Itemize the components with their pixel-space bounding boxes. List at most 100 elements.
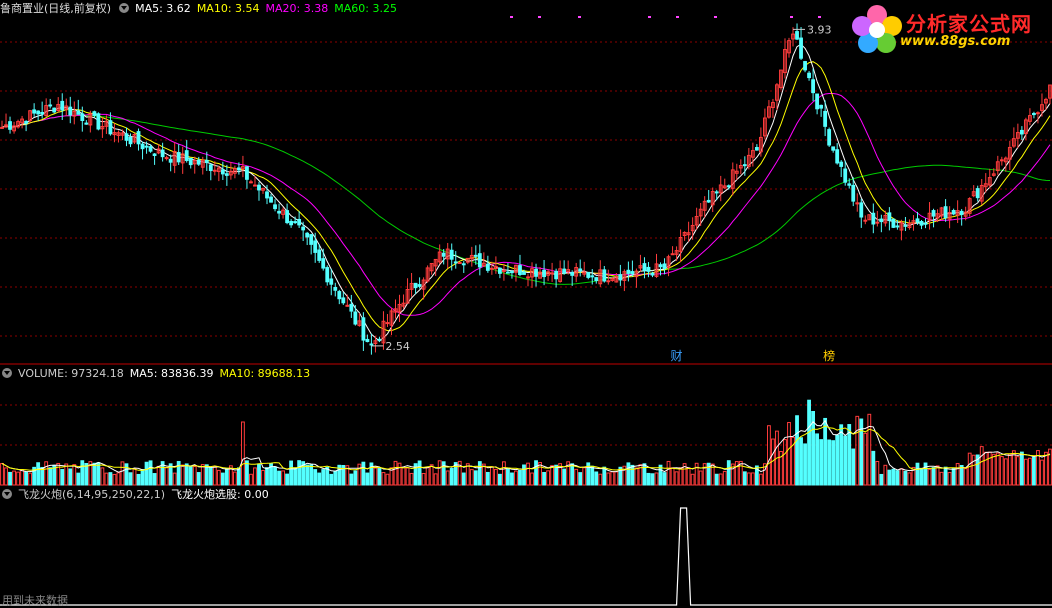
dropdown-icon[interactable]	[119, 3, 130, 13]
volume-bar	[108, 472, 113, 486]
candle-body	[212, 169, 217, 172]
volume-bar	[196, 472, 201, 486]
candle-body	[224, 173, 229, 176]
volume-bar	[449, 468, 454, 486]
volume-bar	[698, 470, 703, 486]
indicator-legend: 飞龙火炮(6,14,95,250,22,1) 飞龙火炮选股: 0.00	[18, 488, 275, 501]
volume-bar	[485, 471, 490, 486]
candle-body	[124, 133, 129, 141]
volume-bar	[4, 467, 8, 486]
candle-body	[526, 276, 530, 279]
volume-bar	[750, 472, 755, 486]
volume-bar	[377, 468, 382, 486]
volume-bar	[445, 470, 450, 486]
volume-bar	[851, 448, 856, 486]
volume-bars	[0, 399, 1052, 486]
volume-bar	[991, 453, 996, 486]
volume-ma-lines	[1, 419, 1051, 473]
candle-body	[321, 258, 326, 269]
ma10-path	[1, 61, 1051, 332]
volume-bar	[895, 470, 900, 486]
candle-body	[799, 37, 803, 59]
candle-body	[60, 100, 65, 111]
candle-body	[1036, 112, 1040, 115]
volume-bar	[261, 469, 265, 486]
volume-bar	[871, 450, 876, 486]
candle-body	[823, 110, 828, 127]
volume-bar	[1011, 450, 1016, 486]
candle-body	[297, 218, 302, 226]
volume-bar	[602, 466, 607, 486]
candle-body	[887, 212, 892, 221]
volume-bar	[955, 463, 960, 486]
volume-bar	[843, 435, 848, 486]
volume-bar	[678, 467, 683, 486]
grid-lines	[0, 41, 1052, 486]
volume-bar	[64, 463, 69, 486]
volume-bar	[281, 470, 285, 486]
ma-label-0: MA5: 3.62	[135, 2, 191, 15]
volume-bar	[136, 473, 141, 486]
dropdown-icon[interactable]	[2, 368, 12, 378]
candle-body	[726, 185, 731, 188]
volume-bar	[947, 472, 952, 486]
volume-bar	[156, 465, 161, 486]
candle-body	[285, 210, 289, 224]
ma-label-1: MA10: 3.54	[196, 2, 260, 15]
volume-bar	[224, 468, 229, 486]
candle-body	[919, 220, 924, 226]
candle-body	[742, 164, 747, 167]
volume-bar	[654, 472, 659, 486]
candle-body	[369, 343, 374, 346]
candle-body	[795, 31, 799, 40]
volume-bar	[192, 466, 197, 486]
candle-body	[457, 261, 462, 264]
top-dot	[790, 16, 793, 18]
candle-body	[477, 253, 482, 268]
volume-bar	[915, 462, 920, 486]
candle-body	[497, 267, 502, 274]
candle-body	[80, 113, 85, 122]
volume-bar	[273, 466, 277, 486]
candle-body	[0, 126, 4, 129]
ma10-line	[1, 61, 1051, 332]
volume-bar	[20, 469, 24, 486]
candle-body	[168, 158, 173, 163]
candle-body	[859, 202, 864, 218]
volume-bar	[863, 432, 868, 486]
volume-ma-path	[1, 419, 1051, 473]
candle-body	[449, 249, 454, 260]
ma-label-3: MA60: 3.25	[334, 2, 397, 15]
dropdown-icon[interactable]	[2, 489, 12, 499]
candle-body	[931, 210, 936, 217]
candle-body	[642, 263, 647, 271]
candle-body	[361, 317, 366, 341]
candle-body	[807, 72, 811, 79]
volume-bar	[502, 461, 506, 486]
volume-bar	[289, 460, 294, 486]
candle-body	[871, 212, 876, 225]
volume-bar	[220, 472, 225, 486]
flower-logo-icon	[852, 5, 902, 53]
volume-bar	[365, 472, 370, 486]
volume-bar	[349, 473, 354, 486]
candle-body	[48, 104, 53, 107]
volume-bar	[132, 468, 137, 486]
volume-bar	[417, 460, 422, 486]
volume-bar	[144, 461, 149, 486]
candle-body	[670, 253, 675, 256]
volume-bar	[293, 467, 298, 486]
candle-body	[473, 254, 478, 257]
candle-body	[413, 282, 418, 289]
volume-bar	[598, 473, 603, 486]
stock-chart: 3.93 2.54 财 榜	[0, 16, 1052, 606]
ma20-line	[1, 93, 1051, 316]
volume-bar	[610, 471, 615, 486]
volume-header: VOLUME: 97324.18 MA5: 83836.39 MA10: 89688…	[0, 366, 322, 382]
candle-body	[915, 218, 920, 223]
candle-body	[489, 267, 494, 270]
volume-bar	[361, 461, 366, 486]
volume-bar	[469, 469, 474, 486]
volume-bar	[614, 471, 619, 486]
volume-bar	[172, 472, 177, 486]
